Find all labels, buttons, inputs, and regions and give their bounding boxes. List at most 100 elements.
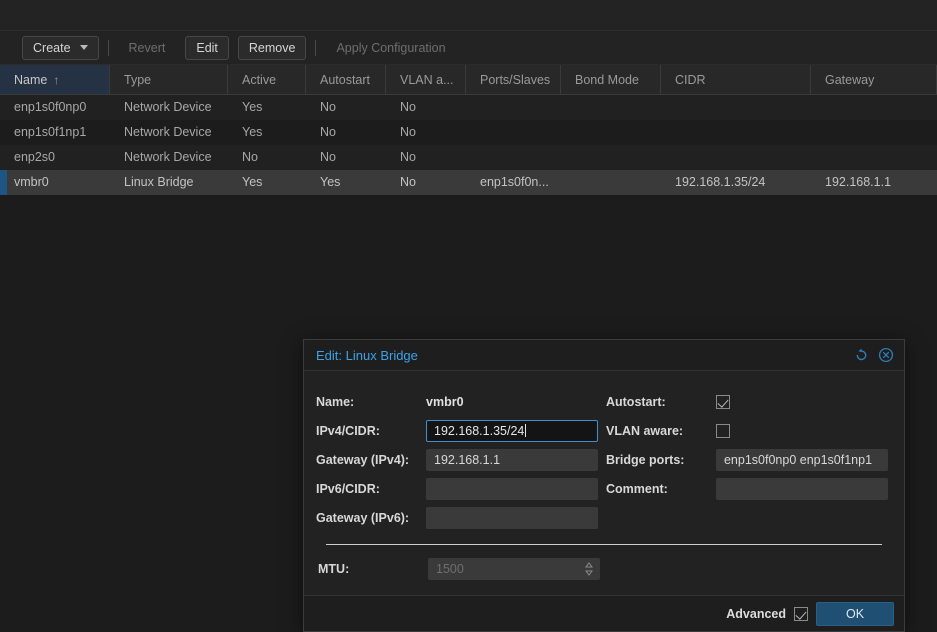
grid-column-header-label: Gateway bbox=[825, 73, 874, 87]
toolbar-separator-2 bbox=[315, 40, 316, 56]
edit-button-label: Edit bbox=[196, 41, 218, 55]
autostart-checkbox[interactable] bbox=[716, 395, 730, 409]
grid-body: enp1s0f0np0Network DeviceYesNoNoenp1s0f1… bbox=[0, 95, 937, 195]
dialog-title-bar: Edit: Linux Bridge bbox=[304, 340, 904, 371]
table-cell-autostart: No bbox=[306, 95, 386, 120]
ipv4-cidr-input[interactable]: 192.168.1.35/24 bbox=[426, 420, 598, 442]
table-row[interactable]: enp1s0f0np0Network DeviceYesNoNo bbox=[0, 95, 937, 120]
form-row: Bridge ports:enp1s0f0np0 enp1s0f1np1 bbox=[606, 445, 890, 474]
table-cell-active: Yes bbox=[228, 170, 306, 195]
form-row: IPv4/CIDR:192.168.1.35/24 bbox=[316, 416, 606, 445]
field-label: VLAN aware: bbox=[606, 424, 716, 438]
grid-column-header[interactable]: Gateway bbox=[811, 65, 937, 94]
table-cell-bond-mode bbox=[561, 120, 661, 145]
grid-column-header[interactable]: Autostart bbox=[306, 65, 386, 94]
grid-column-header-label: Type bbox=[124, 73, 151, 87]
gateway-ipv6-input[interactable] bbox=[426, 507, 598, 529]
grid-column-header-label: Bond Mode bbox=[575, 73, 639, 87]
create-button[interactable]: Create bbox=[22, 36, 99, 60]
apply-configuration-label: Apply Configuration bbox=[336, 41, 445, 55]
table-cell-ports-slaves: enp1s0f0n... bbox=[466, 170, 561, 195]
table-cell-vlan-aware: No bbox=[386, 95, 466, 120]
field-label: Autostart: bbox=[606, 395, 716, 409]
grid-column-header-label: Name bbox=[14, 73, 47, 87]
dialog-title-icons bbox=[853, 347, 894, 363]
table-cell-type: Network Device bbox=[110, 95, 228, 120]
table-row[interactable]: vmbr0Linux BridgeYesYesNoenp1s0f0n...192… bbox=[0, 170, 937, 195]
dialog-right-column: Autostart: VLAN aware: Bridge ports:enp1s0… bbox=[606, 387, 890, 532]
grid-column-header-label: VLAN a... bbox=[400, 73, 454, 87]
dialog-columns: Name:vmbr0IPv4/CIDR:192.168.1.35/24Gatew… bbox=[316, 387, 890, 532]
table-cell-bond-mode bbox=[561, 145, 661, 170]
edit-button[interactable]: Edit bbox=[185, 36, 229, 60]
remove-button[interactable]: Remove bbox=[238, 36, 307, 60]
bridge-ports-input[interactable]: enp1s0f0np0 enp1s0f1np1 bbox=[716, 449, 888, 471]
table-cell-ports-slaves bbox=[466, 95, 561, 120]
field-label: IPv4/CIDR: bbox=[316, 424, 426, 438]
form-row: Name:vmbr0 bbox=[316, 387, 606, 416]
ok-button-label: OK bbox=[846, 607, 864, 621]
table-cell-vlan-aware: No bbox=[386, 145, 466, 170]
close-icon[interactable] bbox=[878, 347, 894, 363]
grid-column-header[interactable]: VLAN a... bbox=[386, 65, 466, 94]
ok-button[interactable]: OK bbox=[816, 602, 894, 626]
chevron-down-icon bbox=[80, 45, 88, 50]
table-cell-autostart: No bbox=[306, 145, 386, 170]
table-cell-vlan-aware: No bbox=[386, 120, 466, 145]
advanced-label: Advanced bbox=[726, 607, 786, 621]
dialog-divider bbox=[326, 544, 882, 545]
field-label: Bridge ports: bbox=[606, 453, 716, 467]
comment-input[interactable] bbox=[716, 478, 888, 500]
table-cell-gateway: 192.168.1.1 bbox=[811, 170, 937, 195]
top-strip bbox=[0, 0, 937, 31]
table-cell-type: Network Device bbox=[110, 120, 228, 145]
grid-column-header[interactable]: Active bbox=[228, 65, 306, 94]
gateway-ipv4-input[interactable]: 192.168.1.1 bbox=[426, 449, 598, 471]
table-cell-autostart: Yes bbox=[306, 170, 386, 195]
table-cell-active: Yes bbox=[228, 95, 306, 120]
apply-configuration-button[interactable]: Apply Configuration bbox=[325, 36, 456, 60]
mtu-row: MTU: 1500 bbox=[316, 555, 890, 583]
grid-header-row: Name↑ Type ActiveAutostart VLAN a... Ports/S… bbox=[0, 65, 937, 95]
advanced-checkbox[interactable] bbox=[794, 607, 808, 621]
table-cell-bond-mode bbox=[561, 170, 661, 195]
dialog-body: Name:vmbr0IPv4/CIDR:192.168.1.35/24Gatew… bbox=[304, 371, 904, 595]
dialog-title: Edit: Linux Bridge bbox=[316, 348, 853, 363]
field-label: Comment: bbox=[606, 482, 716, 496]
mtu-label: MTU: bbox=[318, 562, 428, 576]
dialog-footer: Advanced OK bbox=[304, 595, 904, 631]
table-cell-gateway bbox=[811, 95, 937, 120]
field-label: Name: bbox=[316, 395, 426, 409]
form-row: Comment: bbox=[606, 474, 890, 503]
grid-column-header[interactable]: CIDR bbox=[661, 65, 811, 94]
mtu-field-wrapper: 1500 bbox=[428, 558, 600, 580]
table-row[interactable]: enp1s0f1np1Network DeviceYesNoNo bbox=[0, 120, 937, 145]
dialog-left-column: Name:vmbr0IPv4/CIDR:192.168.1.35/24Gatew… bbox=[316, 387, 606, 532]
field-label: IPv6/CIDR: bbox=[316, 482, 426, 496]
table-cell-name: vmbr0 bbox=[0, 170, 110, 195]
form-row: Autostart: bbox=[606, 387, 890, 416]
table-cell-gateway bbox=[811, 145, 937, 170]
table-row[interactable]: enp2s0Network DeviceNoNoNo bbox=[0, 145, 937, 170]
table-cell-ports-slaves bbox=[466, 120, 561, 145]
reset-icon[interactable] bbox=[853, 347, 869, 363]
revert-button[interactable]: Revert bbox=[118, 36, 177, 60]
table-cell-vlan-aware: No bbox=[386, 170, 466, 195]
grid-column-header-label: CIDR bbox=[675, 73, 706, 87]
table-cell-type: Linux Bridge bbox=[110, 170, 228, 195]
edit-linux-bridge-dialog: Edit: Linux Bridge Name:vmbr bbox=[303, 339, 905, 632]
mtu-input[interactable]: 1500 bbox=[428, 558, 600, 580]
table-cell-cidr: 192.168.1.35/24 bbox=[661, 170, 811, 195]
table-cell-gateway bbox=[811, 120, 937, 145]
toolbar-separator-1 bbox=[108, 40, 109, 56]
field-label: Gateway (IPv6): bbox=[316, 511, 426, 525]
grid-column-header[interactable]: Ports/Slaves bbox=[466, 65, 561, 94]
ipv6-cidr-input[interactable] bbox=[426, 478, 598, 500]
grid-column-header[interactable]: Type bbox=[110, 65, 228, 94]
table-cell-bond-mode bbox=[561, 95, 661, 120]
grid-column-header[interactable]: Bond Mode bbox=[561, 65, 661, 94]
vlan-aware-checkbox[interactable] bbox=[716, 424, 730, 438]
grid-column-header[interactable]: Name↑ bbox=[0, 65, 110, 94]
row-selection-indicator bbox=[0, 170, 7, 195]
form-row: VLAN aware: bbox=[606, 416, 890, 445]
